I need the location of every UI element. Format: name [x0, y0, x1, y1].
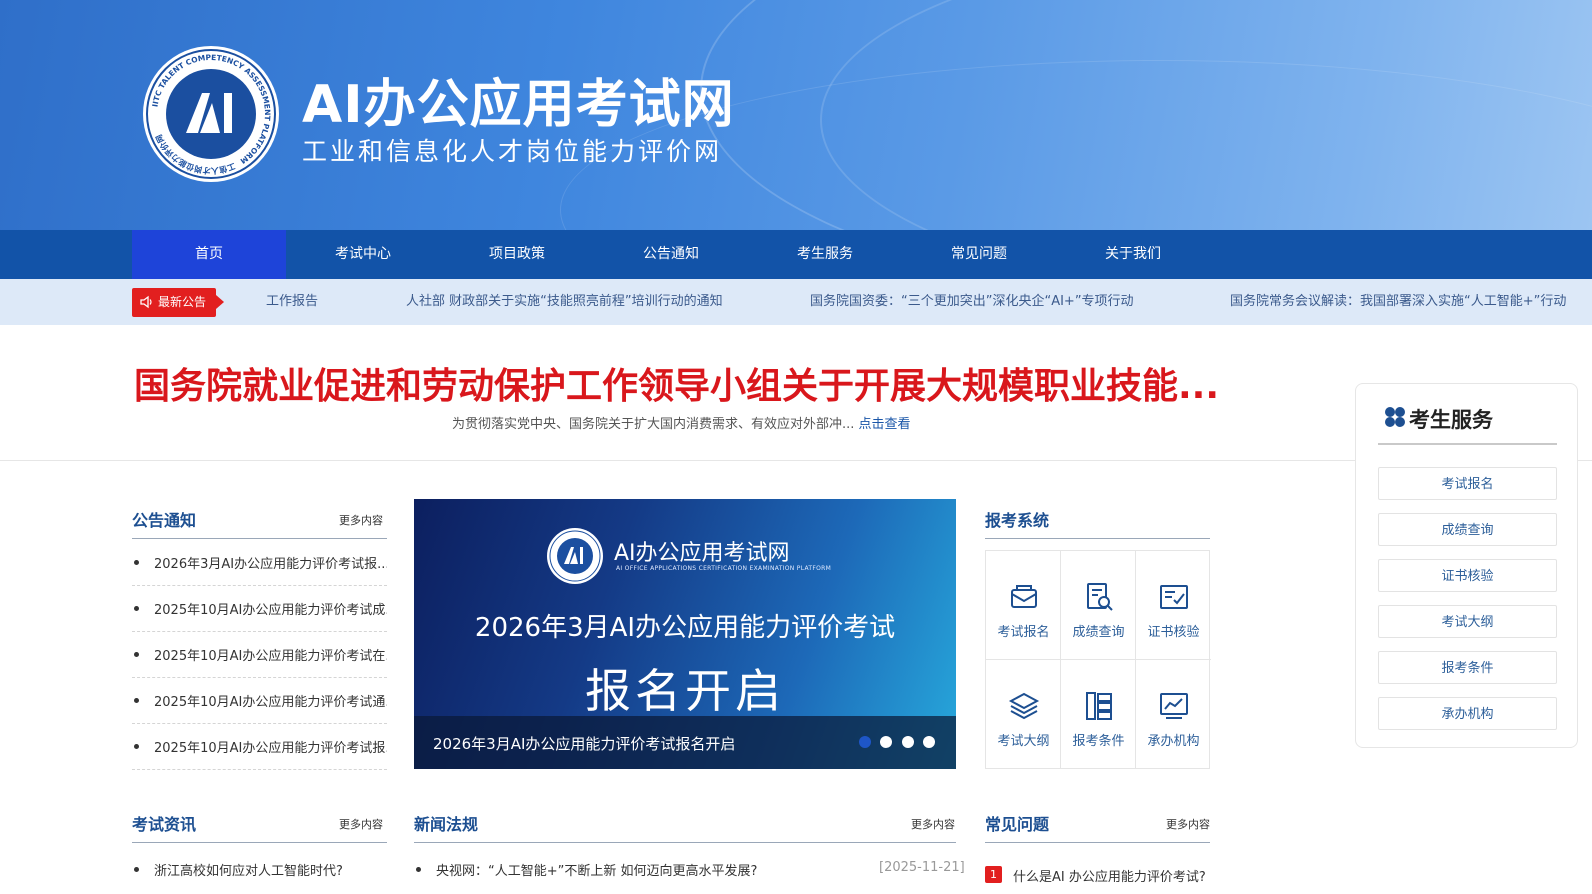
- notice-link[interactable]: 国务院常务会议解读：我国部署深入实施“人工智能+”行动: [1230, 279, 1566, 325]
- news-laws-title: 新闻法规: [414, 815, 479, 834]
- bullet: [416, 867, 421, 872]
- reg-item-syllabus[interactable]: 考试大纲: [986, 660, 1061, 769]
- headline-summary-text: 为贯彻落实党中央、国务院关于扩大国内消费需求、有效应对外部冲...: [452, 417, 855, 432]
- latest-notice-badge: 最新公告: [132, 288, 224, 317]
- headline-title[interactable]: 国务院就业促进和劳动保护工作领导小组关于开展大规模职业技能...: [134, 357, 1219, 409]
- reg-item-register[interactable]: 考试报名: [986, 551, 1061, 660]
- speaker-icon: [140, 295, 152, 309]
- side-btn-organizers[interactable]: 承办机构: [1378, 697, 1557, 730]
- carousel-dot-3[interactable]: [902, 736, 914, 748]
- bullet: [134, 867, 139, 872]
- reg-item-label: 成绩查询: [1072, 625, 1125, 640]
- banner-headline: 2026年3月AI办公应用能力评价考试: [474, 613, 896, 643]
- reg-item-label: 考试大纲: [997, 734, 1050, 749]
- nav-item-about[interactable]: 关于我们: [1056, 230, 1210, 279]
- news-date: [2025-11-21]: [879, 860, 965, 875]
- side-btn-conditions[interactable]: 报考条件: [1378, 651, 1557, 684]
- section-underline: [985, 842, 1210, 843]
- list-item[interactable]: 2025年10月AI办公应用能力评价考试在...: [132, 632, 387, 678]
- nav-item-exam-center[interactable]: 考试中心: [286, 230, 440, 279]
- section-underline: [985, 538, 1210, 539]
- site-subtitle: 工业和信息化人才岗位能力评价网: [302, 137, 723, 166]
- news-laws-more-link[interactable]: 更多内容: [911, 816, 955, 832]
- site-header: IITC TALENT COMPETENCY ASSESSMENT PLATFO…: [0, 0, 1592, 230]
- exam-news-more-link[interactable]: 更多内容: [339, 816, 383, 832]
- notice-ticker: 最新公告 工作报告 人社部 财政部关于实施“技能照亮前程”培训行动的通知 国务院…: [0, 279, 1592, 325]
- list-item[interactable]: 2025年10月AI办公应用能力评价考试通...: [132, 678, 387, 724]
- main-nav: 首页 考试中心 项目政策 公告通知 考生服务 常见问题 关于我们: [0, 230, 1592, 279]
- headline-summary: 为贯彻落实党中央、国务院关于扩大国内消费需求、有效应对外部冲... 点击查看: [452, 413, 911, 432]
- list-item[interactable]: 2025年10月AI办公应用能力评价考试成...: [132, 586, 387, 632]
- grid-icon: [1385, 407, 1405, 427]
- reg-item-score[interactable]: 成绩查询: [1061, 551, 1136, 660]
- list-item[interactable]: 央视网：“人工智能+”不断上新 如何迈向更高水平发展?: [436, 860, 757, 879]
- faq-more-link[interactable]: 更多内容: [1166, 816, 1210, 832]
- notice-link[interactable]: 国务院国资委：“三个更加突出”深化央企“AI+”专项行动: [810, 279, 1134, 325]
- faq-number-badge: 1: [985, 866, 1002, 883]
- banner-brand: AI办公应用考试网: [614, 541, 790, 566]
- carousel-dot-1[interactable]: [859, 736, 871, 748]
- section-underline: [132, 538, 387, 539]
- side-btn-syllabus[interactable]: 考试大纲: [1378, 605, 1557, 638]
- nav-item-faq[interactable]: 常见问题: [902, 230, 1056, 279]
- banner-carousel[interactable]: AI办公应用考试网 AI OFFICE APPLICATIONS CERTIFI…: [414, 499, 956, 769]
- section-divider: [0, 460, 1592, 461]
- list-item[interactable]: 2025年10月AI办公应用能力评价考试报...: [132, 724, 387, 770]
- section-underline: [414, 842, 956, 843]
- nav-item-home[interactable]: 首页: [132, 230, 286, 279]
- carousel-dot-2[interactable]: [880, 736, 892, 748]
- reg-item-label: 考试报名: [997, 625, 1050, 640]
- list-item[interactable]: 2026年3月AI办公应用能力评价考试报...: [132, 540, 387, 586]
- side-btn-certificate[interactable]: 证书核验: [1378, 559, 1557, 592]
- list-item[interactable]: 浙江高校如何应对人工智能时代?: [154, 860, 343, 879]
- banner-caption[interactable]: 2026年3月AI办公应用能力评价考试报名开启: [433, 733, 735, 754]
- layers-icon: [1008, 692, 1040, 720]
- reg-system-grid: 考试报名 成绩查询 证书核验 考试大纲 报考条件 承办机构: [985, 550, 1211, 769]
- reg-item-certificate[interactable]: 证书核验: [1136, 551, 1211, 660]
- reg-system-title: 报考系统: [985, 511, 1050, 530]
- reg-item-organizers[interactable]: 承办机构: [1136, 660, 1211, 769]
- nav-item-candidate-service[interactable]: 考生服务: [748, 230, 902, 279]
- faq-item[interactable]: 什么是AI 办公应用能力评价考试?: [1013, 866, 1206, 885]
- carousel-dot-4[interactable]: [923, 736, 935, 748]
- reg-item-conditions[interactable]: 报考条件: [1061, 660, 1136, 769]
- search-doc-icon: [1087, 583, 1113, 611]
- certificate-icon: [1160, 585, 1188, 609]
- reg-item-label: 报考条件: [1072, 734, 1125, 749]
- banner-logo: [547, 528, 603, 584]
- announcements-more-link[interactable]: 更多内容: [339, 512, 383, 528]
- reg-item-label: 承办机构: [1147, 734, 1200, 749]
- candidate-service-panel: 考生服务 考试报名 成绩查询 证书核验 考试大纲 报考条件 承办机构: [1355, 383, 1578, 748]
- notice-link[interactable]: 工作报告: [266, 279, 318, 325]
- announcements-title: 公告通知: [132, 511, 197, 530]
- exam-news-title: 考试资讯: [132, 815, 197, 834]
- chart-icon: [1160, 693, 1188, 719]
- notice-link[interactable]: 人社部 财政部关于实施“技能照亮前程”培训行动的通知: [406, 279, 723, 325]
- banner-callout: 报名开启: [585, 664, 785, 718]
- nav-item-policy[interactable]: 项目政策: [440, 230, 594, 279]
- faq-title: 常见问题: [985, 815, 1050, 834]
- side-btn-score[interactable]: 成绩查询: [1378, 513, 1557, 546]
- side-btn-register[interactable]: 考试报名: [1378, 467, 1557, 500]
- nav-item-announcements[interactable]: 公告通知: [594, 230, 748, 279]
- site-logo[interactable]: IITC TALENT COMPETENCY ASSESSMENT PLATFO…: [142, 45, 280, 183]
- section-underline: [132, 842, 387, 843]
- notice-badge-label: 最新公告: [158, 295, 207, 309]
- reg-item-label: 证书核验: [1147, 625, 1200, 640]
- list-icon: [1086, 692, 1112, 720]
- side-panel-title: 考生服务: [1409, 408, 1493, 432]
- envelope-icon: [1011, 585, 1037, 608]
- side-panel-divider: [1378, 443, 1557, 445]
- banner-caption-bar: 2026年3月AI办公应用能力评价考试报名开启: [414, 716, 956, 769]
- headline-more-link[interactable]: 点击查看: [859, 417, 911, 432]
- site-title: AI办公应用考试网: [302, 75, 735, 135]
- banner-brand-en: AI OFFICE APPLICATIONS CERTIFICATION EXA…: [616, 565, 832, 572]
